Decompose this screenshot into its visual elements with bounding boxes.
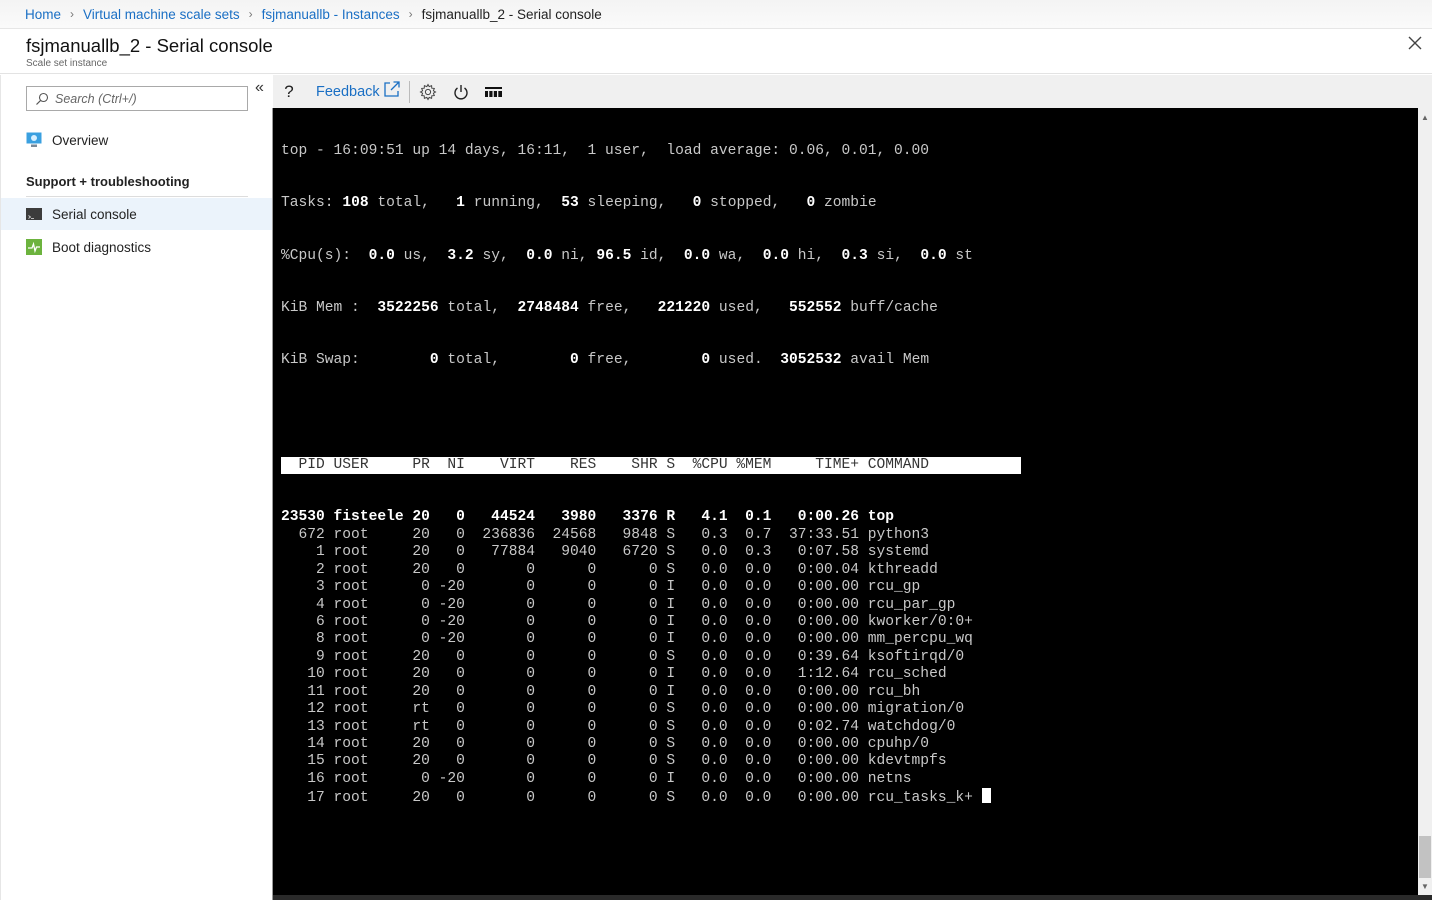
scroll-down-arrow-icon[interactable]: ▼: [1418, 879, 1432, 893]
boot-diagnostics-icon: [26, 239, 42, 255]
tasks-line: Tasks: 108 total, 1 running, 53 sleeping…: [281, 195, 877, 212]
process-row: 672 root 20 0 236836 24568 9848 S 0.3 0.…: [281, 526, 930, 543]
breadcrumb-current: fsjmanuallb_2 - Serial console: [421, 6, 602, 22]
help-icon: ?: [284, 81, 294, 101]
power-button[interactable]: [451, 84, 471, 100]
settings-button[interactable]: [418, 82, 438, 101]
sidebar-item-boot-diagnostics[interactable]: Boot diagnostics: [1, 231, 273, 263]
keyboard-button[interactable]: [484, 86, 504, 98]
process-row: 14 root 20 0 0 0 0 S 0.0 0.0 0:00.00 cpu…: [281, 736, 930, 752]
tasks-sleeping: 53: [561, 195, 579, 212]
swap-total: 0: [429, 352, 439, 369]
cpu-wa: 0.0: [683, 247, 711, 264]
cpu-sy: 3.2: [447, 247, 474, 264]
serial-console-terminal[interactable]: top - 16:09:51 up 14 days, 16:11, 1 user…: [273, 108, 1418, 895]
monitor-icon: [26, 132, 42, 147]
cpu-line: %Cpu(s): 0.0 us, 3.2 sy, 0.0 ni, 96.5 id…: [281, 247, 973, 264]
mem-free: 2748484: [517, 299, 579, 316]
page-title: fsjmanuallb_2 - Serial console: [26, 35, 273, 56]
tasks-running: 1: [456, 195, 465, 212]
cpu-si: 0.3: [841, 247, 868, 264]
sidebar: « Overview Support + troubleshooting Ser…: [0, 75, 273, 900]
swap-free: 0: [570, 352, 579, 369]
tasks-zombie: 0: [806, 195, 816, 212]
sidebar-item-label: Overview: [52, 132, 109, 148]
keyboard-icon: [485, 86, 503, 97]
scroll-up-arrow-icon[interactable]: ▲: [1418, 110, 1432, 124]
terminal-cursor: [981, 788, 991, 804]
process-row: 2 root 20 0 0 0 0 S 0.0 0.0 0:00.04 kthr…: [281, 561, 938, 578]
section-heading: Support + troubleshooting: [26, 174, 190, 189]
process-row: 15 root 20 0 0 0 0 S 0.0 0.0 0:00.00 kde…: [281, 753, 947, 770]
collapse-sidebar-icon[interactable]: «: [255, 79, 264, 97]
close-icon[interactable]: [1406, 34, 1424, 52]
blade-header: fsjmanuallb_2 - Serial console Scale set…: [0, 29, 1432, 74]
sidebar-item-overview[interactable]: Overview: [1, 124, 273, 156]
process-row: 12 root rt 0 0 0 0 S 0.0 0.0 0:00.00 mig…: [281, 701, 965, 718]
mem-buff-cache: 552552: [789, 299, 842, 316]
process-row: 23530 fisteele 20 0 44524 3980 3376 R 4.…: [281, 509, 895, 526]
breadcrumb-home[interactable]: Home: [25, 7, 61, 22]
process-row: 6 root 0 -20 0 0 0 I 0.0 0.0 0:00.00 kwo…: [281, 613, 973, 630]
process-row: 9 root 20 0 0 0 0 S 0.0 0.0 0:39.64 ksof…: [281, 648, 965, 665]
swap-line: KiB Swap: 0 total, 0 free, 0 used. 30525…: [281, 352, 930, 369]
cpu-ni: 0.0: [526, 247, 553, 264]
process-row: 11 root 20 0 0 0 0 I 0.0 0.0 0:00.00 rcu…: [281, 683, 921, 700]
terminal-bottom-bar: [273, 895, 1432, 900]
process-row: 1 root 20 0 77884 9040 6720 S 0.0 0.3 0:…: [281, 544, 930, 561]
mem-line: KiB Mem : 3522256 total, 2748484 free, 2…: [281, 299, 938, 316]
breadcrumb-vmss[interactable]: Virtual machine scale sets: [83, 7, 240, 22]
mem-total: 3522256: [377, 299, 439, 316]
scroll-thumb[interactable]: [1419, 836, 1431, 878]
process-row: 13 root rt 0 0 0 0 S 0.0 0.0 0:02.74 wat…: [281, 718, 956, 735]
process-row: 3 root 0 -20 0 0 0 I 0.0 0.0 0:00.00 rcu…: [281, 579, 921, 596]
toolbar-separator: [408, 80, 410, 103]
feedback-label: Feedback: [316, 83, 380, 100]
top-uptime-line: top - 16:09:51 up 14 days, 16:11, 1 user…: [281, 142, 930, 159]
search-icon: [36, 92, 49, 105]
cpu-st: 0.0: [920, 247, 947, 264]
process-table: 23530 fisteele 20 0 44524 3980 3376 R 4.…: [281, 509, 1418, 806]
swap-used: 0: [701, 352, 711, 369]
external-link-icon: [384, 80, 400, 97]
cpu-hi: 0.0: [762, 247, 789, 264]
sidebar-item-label: Serial console: [52, 206, 137, 222]
chevron-right-icon: ›: [248, 7, 253, 21]
vertical-scrollbar[interactable]: ▲ ▼: [1418, 108, 1432, 895]
breadcrumb-instances[interactable]: fsjmanuallb - Instances: [262, 7, 400, 22]
sidebar-item-serial-console[interactable]: Serial console: [1, 198, 273, 230]
search-input[interactable]: [55, 91, 235, 106]
console-icon: [26, 208, 42, 220]
breadcrumb: Home › Virtual machine scale sets › fsjm…: [0, 0, 1432, 29]
gear-icon: [419, 82, 437, 101]
help-button[interactable]: ?: [273, 82, 305, 102]
process-row: 4 root 0 -20 0 0 0 I 0.0 0.0 0:00.00 rcu…: [281, 596, 956, 613]
page-subtitle: Scale set instance: [26, 58, 108, 69]
mem-used: 221220: [657, 299, 711, 316]
process-table-header: PID USER PR NI VIRT RES SHR S %CPU %MEM …: [281, 456, 1418, 475]
toolbar: ? Feedback: [273, 75, 1432, 108]
cpu-us: 0.0: [368, 247, 395, 264]
process-row: 8 root 0 -20 0 0 0 I 0.0 0.0 0:00.00 mm_…: [281, 631, 973, 648]
power-icon: [454, 84, 468, 99]
sidebar-item-label: Boot diagnostics: [52, 239, 152, 255]
process-row: 17 root 20 0 0 0 0 S 0.0 0.0 0:00.00 rcu…: [281, 788, 1418, 806]
column-headers: PID USER PR NI VIRT RES SHR S %CPU %MEM …: [281, 456, 1021, 475]
tasks-stopped: 0: [692, 195, 702, 212]
tasks-total: 108: [342, 195, 369, 212]
search-box[interactable]: [26, 86, 248, 111]
feedback-button[interactable]: Feedback: [316, 80, 401, 100]
section-divider: [26, 196, 248, 197]
process-row: 10 root 20 0 0 0 0 I 0.0 0.0 1:12.64 rcu…: [281, 666, 947, 683]
chevron-right-icon: ›: [408, 7, 413, 21]
swap-avail-mem: 3052532: [780, 352, 842, 369]
process-row: 16 root 0 -20 0 0 0 I 0.0 0.0 0:00.00 ne…: [281, 770, 912, 787]
chevron-right-icon: ›: [70, 7, 75, 21]
cpu-id: 96.5: [596, 247, 632, 264]
